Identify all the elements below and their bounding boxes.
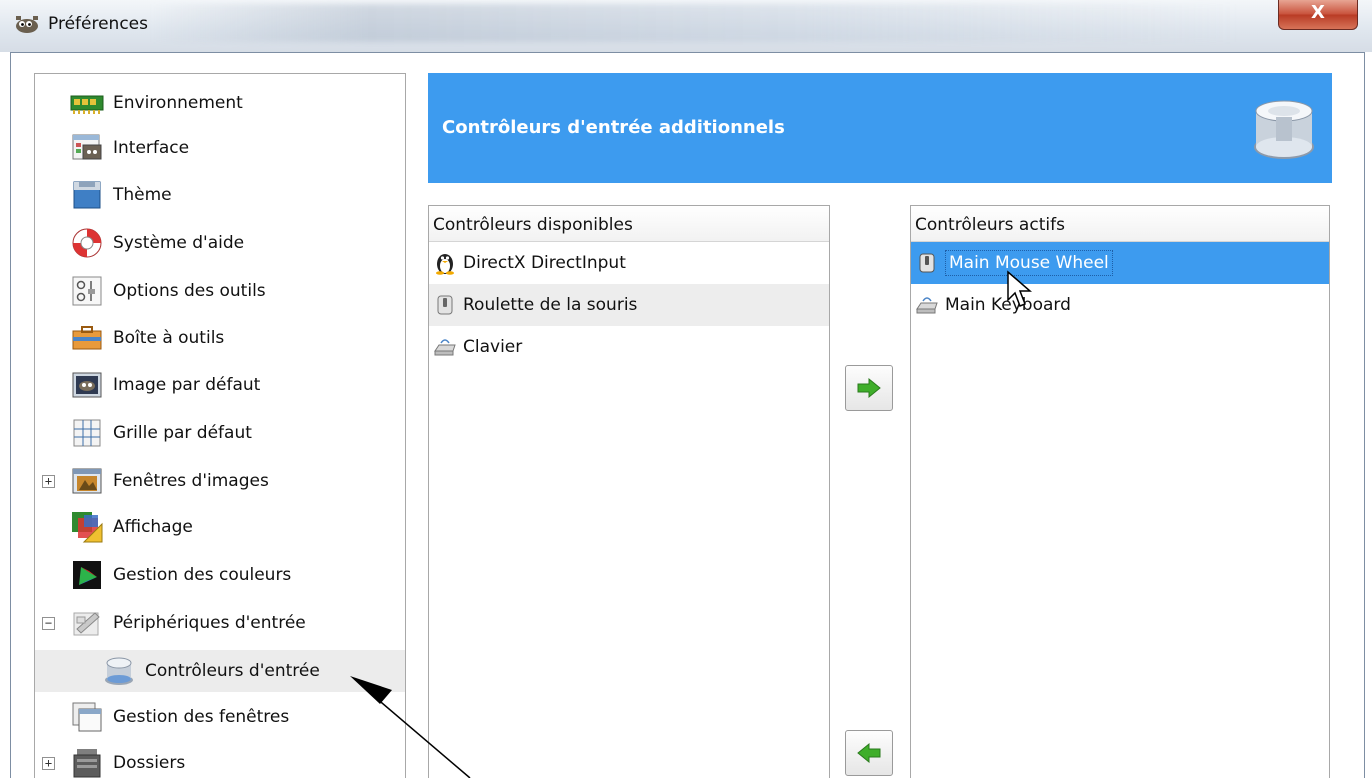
- arrow-right-icon: [857, 377, 881, 399]
- input-controller-large-icon: [1254, 100, 1314, 159]
- available-controllers-list[interactable]: Contrôleurs disponibles DirectX DirectIn…: [428, 205, 830, 778]
- arrow-left-icon: [857, 742, 881, 764]
- image-windows-icon: [69, 465, 105, 497]
- color-management-icon: [69, 559, 105, 591]
- interface-icon: [69, 132, 105, 164]
- tree-item-label: Interface: [113, 138, 190, 158]
- tree-item-fenetres-images[interactable]: Fenêtres d'images: [35, 460, 405, 502]
- tree-item-label: Affichage: [113, 517, 193, 537]
- tree-item-label: Image par défaut: [113, 375, 261, 395]
- active-controllers-header: Contrôleurs actifs: [911, 206, 1329, 242]
- tux-icon: [433, 251, 457, 275]
- tree-item-label: Périphériques d'entrée: [113, 613, 306, 633]
- tree-item-label: Dossiers: [113, 753, 186, 773]
- list-item-label: Roulette de la souris: [463, 295, 638, 315]
- mouse-wheel-icon: [433, 293, 457, 317]
- page-header-banner: Contrôleurs d'entrée additionnels: [428, 73, 1332, 183]
- add-controller-button[interactable]: [845, 365, 893, 411]
- tree-item-environnement[interactable]: Environnement: [35, 82, 405, 124]
- input-devices-icon: [69, 607, 105, 639]
- window-title: Préférences: [48, 14, 148, 34]
- tool-options-icon: [69, 275, 105, 307]
- tree-item-grille-defaut[interactable]: Grille par défaut: [35, 412, 405, 454]
- tree-item-boite-outils[interactable]: Boîte à outils: [35, 317, 405, 359]
- default-image-icon: [69, 369, 105, 401]
- tree-item-label: Boîte à outils: [113, 328, 225, 348]
- background-blur: [150, 4, 1240, 42]
- tree-item-dossiers[interactable]: Dossiers: [35, 742, 405, 778]
- tree-item-theme[interactable]: Thème: [35, 174, 405, 216]
- grid-icon: [69, 417, 105, 449]
- remove-controller-button[interactable]: [845, 730, 893, 776]
- list-item-clavier[interactable]: Clavier: [429, 326, 829, 368]
- folders-icon: [69, 747, 105, 778]
- tree-item-label: Grille par défaut: [113, 423, 252, 443]
- keyboard-icon: [433, 335, 457, 359]
- window-titlebar: Préférences X: [0, 0, 1372, 52]
- lifebuoy-icon: [69, 227, 105, 259]
- tree-item-interface[interactable]: Interface: [35, 127, 405, 169]
- tree-item-gestion-fenetres[interactable]: Gestion des fenêtres: [35, 696, 405, 738]
- tree-item-aide[interactable]: Système d'aide: [35, 222, 405, 264]
- gimp-icon: [16, 16, 38, 33]
- preferences-tree[interactable]: Environnement Interface Thème Système d'…: [34, 73, 406, 778]
- tree-item-label: Gestion des couleurs: [113, 565, 292, 585]
- mouse-wheel-icon: [915, 251, 939, 275]
- tree-item-label: Environnement: [113, 93, 243, 113]
- tree-item-options-outils[interactable]: Options des outils: [35, 270, 405, 312]
- list-item-label: Clavier: [463, 337, 523, 357]
- tree-item-controleurs[interactable]: Contrôleurs d'entrée: [35, 650, 405, 692]
- tree-item-label: Fenêtres d'images: [113, 471, 269, 491]
- tree-item-image-defaut[interactable]: Image par défaut: [35, 364, 405, 406]
- tree-item-label: Options des outils: [113, 281, 266, 301]
- list-item-label: DirectX DirectInput: [463, 253, 626, 273]
- list-item-roulette[interactable]: Roulette de la souris: [429, 284, 829, 326]
- toolbox-icon: [69, 322, 105, 354]
- input-controllers-icon: [101, 655, 137, 687]
- close-icon: X: [1311, 2, 1325, 23]
- tree-item-label: Système d'aide: [113, 233, 245, 253]
- active-controllers-list[interactable]: Contrôleurs actifs Main Mouse Wheel Main…: [910, 205, 1330, 778]
- tree-item-label: Contrôleurs d'entrée: [145, 661, 320, 681]
- list-item-directx[interactable]: DirectX DirectInput: [429, 242, 829, 284]
- tree-item-gestion-couleurs[interactable]: Gestion des couleurs: [35, 554, 405, 596]
- mouse-pointer-icon: [1007, 270, 1032, 307]
- page-title: Contrôleurs d'entrée additionnels: [442, 117, 785, 138]
- tree-item-label: Thème: [113, 185, 172, 205]
- tree-item-affichage[interactable]: Affichage: [35, 506, 405, 548]
- list-item-main-mouse-wheel[interactable]: Main Mouse Wheel: [911, 242, 1329, 284]
- display-icon: [69, 511, 105, 543]
- theme-icon: [69, 179, 105, 211]
- window-management-icon: [69, 701, 105, 733]
- tree-item-peripheriques[interactable]: Périphériques d'entrée: [35, 602, 405, 644]
- memory-chip-icon: [69, 87, 105, 119]
- close-button[interactable]: X: [1278, 0, 1358, 30]
- keyboard-icon: [915, 293, 939, 317]
- available-controllers-header: Contrôleurs disponibles: [429, 206, 829, 242]
- list-item-main-keyboard[interactable]: Main Keyboard: [911, 284, 1329, 326]
- tree-item-label: Gestion des fenêtres: [113, 707, 290, 727]
